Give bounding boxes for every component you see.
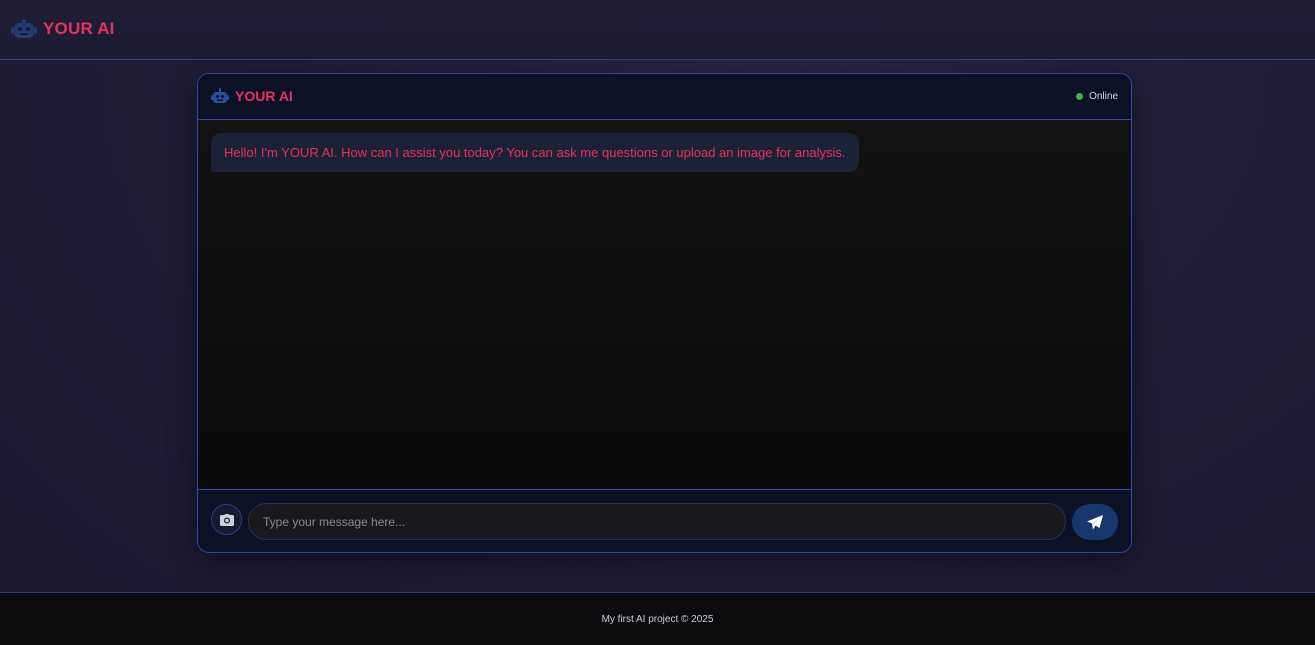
paper-plane-icon — [1087, 514, 1103, 529]
chat-header: YOUR AI Online — [198, 74, 1131, 120]
page-footer: My first AI project © 2025 — [0, 592, 1315, 645]
message-composer — [198, 489, 1131, 552]
top-navbar: YOUR AI — [0, 0, 1315, 60]
brand-name: YOUR AI — [43, 19, 115, 38]
chat-window: YOUR AI Online Hello! I'm YOUR AI. How c… — [197, 73, 1132, 553]
brand-logo[interactable]: YOUR AI — [11, 17, 115, 41]
message-list[interactable]: Hello! I'm YOUR AI. How can I assist you… — [198, 120, 1131, 489]
send-button[interactable] — [1072, 504, 1118, 540]
upload-image-button[interactable] — [211, 504, 242, 535]
status-text: Online — [1089, 91, 1118, 102]
footer-text: My first AI project © 2025 — [601, 613, 714, 625]
camera-icon — [219, 513, 234, 526]
bot-message: Hello! I'm YOUR AI. How can I assist you… — [211, 133, 859, 172]
status-indicator: Online — [1076, 91, 1118, 102]
status-dot-icon — [1076, 93, 1084, 100]
chat-title-text: YOUR AI — [235, 88, 293, 104]
message-input[interactable] — [248, 503, 1066, 540]
robot-icon — [11, 19, 37, 38]
robot-icon — [211, 88, 229, 103]
chat-title: YOUR AI — [211, 88, 293, 104]
